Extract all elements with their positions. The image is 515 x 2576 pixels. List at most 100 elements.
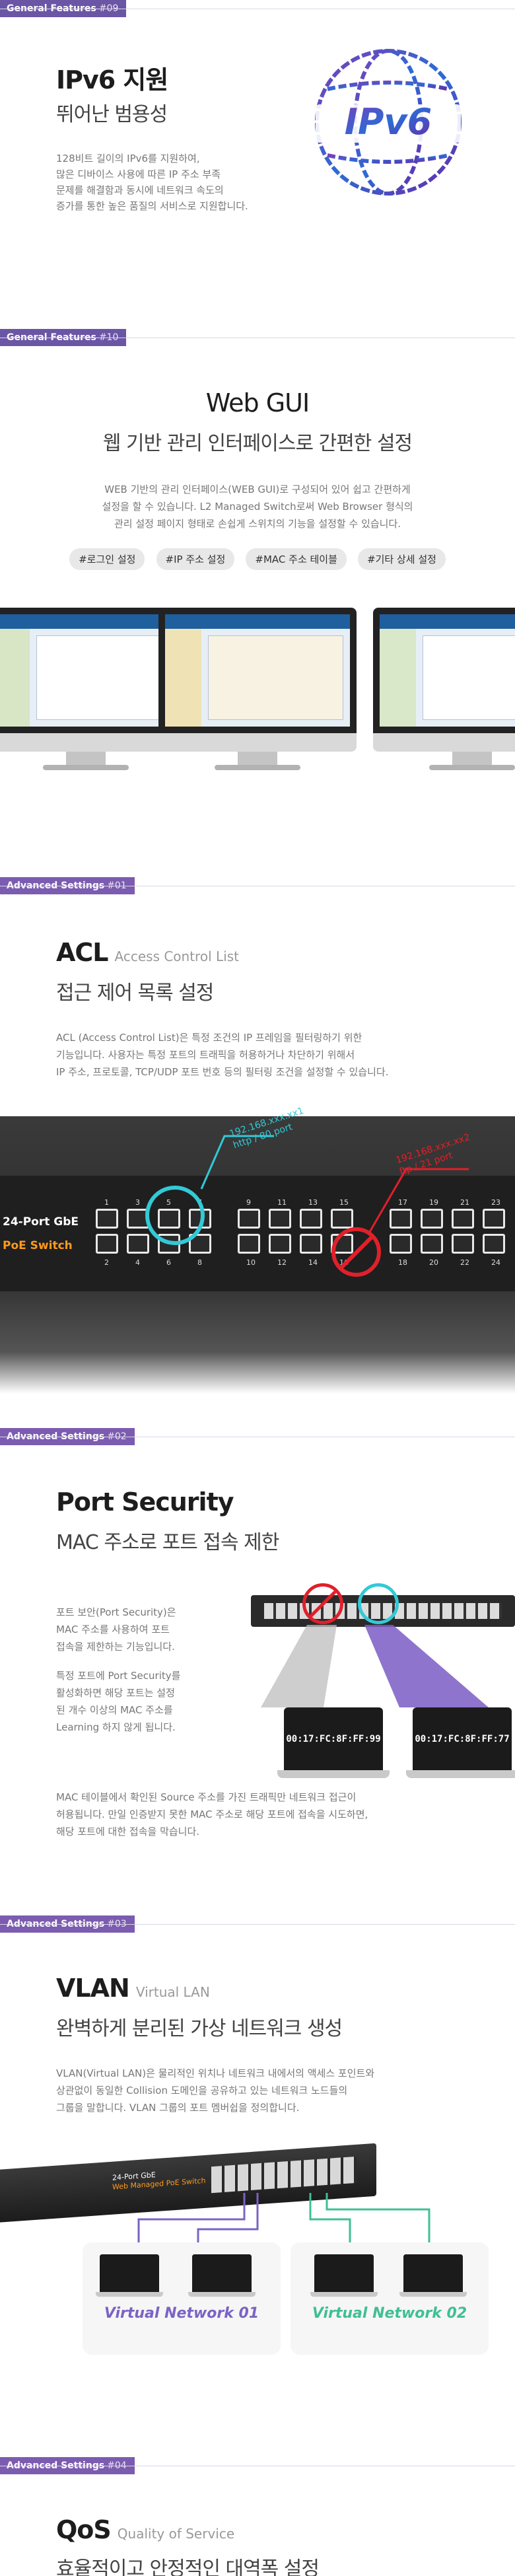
laptop-allowed: 00:17:FC:8F:FF:77: [406, 1707, 515, 1780]
desc-line: ACL (Access Control List)은 특정 조건의 IP 프레임…: [56, 1032, 362, 1044]
desc-line: 증가를 통한 높은 품질의 서비스로 지원합니다.: [56, 200, 248, 212]
desc-line: MAC 주소를 사용하여 포트: [56, 1624, 170, 1635]
acl-title-main: ACL: [56, 938, 109, 967]
desc-line: Learning 하지 않게 됩니다.: [56, 1721, 176, 1733]
vlan-subtitle: 완벽하게 분리된 가상 네트워크 생성: [56, 2017, 343, 2040]
switch-port: [331, 1209, 353, 1229]
tag-pill: #MAC 주소 테이블: [246, 548, 347, 570]
desc-line: 접속을 제한하는 기능입니다.: [56, 1641, 175, 1653]
switch-port: [421, 1234, 443, 1254]
port-number: 2: [104, 1258, 109, 1267]
port-number: 24: [491, 1258, 500, 1267]
deny-pointer-line: [368, 1168, 469, 1233]
vlan-title: VLAN Virtual LAN: [56, 1974, 210, 2003]
laptop: [310, 2254, 378, 2298]
desc-line: 관리 설정 페이지 형태로 손쉽게 스위치의 기능을 설정할 수 있습니다.: [114, 518, 401, 530]
port-security-title: Port Security: [56, 1487, 234, 1517]
desc-line: 문제를 해결함과 동시에 네트워크 속도의: [56, 184, 224, 196]
webgui-description: WEB 기반의 관리 인터페이스(WEB GUI)로 구성되어 있어 쉽고 간편…: [0, 481, 515, 532]
allowed-port-circle: [358, 1583, 399, 1624]
qos-title-small: Quality of Service: [117, 2526, 235, 2542]
port-security-subtitle: MAC 주소로 포트 접속 제한: [56, 1531, 279, 1554]
ipv6-title: IPv6 지원: [56, 65, 168, 94]
port-number: 15: [339, 1198, 349, 1207]
desc-line: 128비트 길이의 IPv6를 지원하여,: [56, 153, 200, 164]
switch-label: 24-Port GbE PoE Switch: [0, 1215, 86, 1252]
switch-port: [96, 1209, 118, 1229]
mac-address: 00:17:FC:8F:FF:99: [286, 1734, 381, 1744]
desc-line: 상관없이 동일한 Collision 도메인을 공유하고 있는 네트워크 노드들…: [56, 2085, 348, 2096]
connection-beams: [261, 1625, 489, 1707]
switch-label-line-2: PoE Switch: [3, 1239, 73, 1252]
port-number: 3: [135, 1198, 140, 1207]
port-security-diagram: 00:17:FC:8F:FF:99 00:17:FC:8F:FF:77: [251, 1582, 515, 1807]
port-number: 13: [308, 1198, 318, 1207]
switch-port: [238, 1209, 260, 1229]
switch-port: [127, 1234, 149, 1254]
vlan-description: VLAN(Virtual LAN)은 물리적인 위치나 네트워크 내에서의 액세…: [56, 2065, 374, 2116]
desc-line: 설정을 할 수 있습니다. L2 Managed Switch로써 Web Br…: [102, 501, 413, 513]
desc-line: 허용됩니다. 만일 인증받지 못한 MAC 주소로 해당 포트에 접속을 시도하…: [56, 1808, 368, 1820]
desc-line: 포트 보안(Port Security)은: [56, 1606, 176, 1618]
blocked-port-circle: [302, 1583, 343, 1624]
desc-line: 그룹을 말합니다. VLAN 그룹의 포트 멤버쉽을 정의합니다.: [56, 2102, 300, 2114]
port-number: 1: [104, 1198, 109, 1207]
acl-subtitle: 접근 제어 목록 설정: [56, 982, 214, 1005]
switch-port: [452, 1234, 474, 1254]
monitor-port-table: [158, 608, 357, 773]
desc-line: 활성화하면 해당 포트는 설정: [56, 1687, 175, 1699]
vlan-title-main: VLAN: [56, 1974, 130, 2003]
desc-line: 된 개수 이상의 MAC 주소를: [56, 1704, 173, 1716]
virtual-network-2-box: Virtual Network 02: [291, 2242, 489, 2355]
port-number: 8: [197, 1258, 202, 1267]
tag-pill: #로그인 설정: [69, 548, 145, 570]
mac-address: 00:17:FC:8F:FF:77: [415, 1734, 510, 1744]
qos-title: QoS Quality of Service: [56, 2515, 234, 2544]
port-number: 6: [166, 1258, 171, 1267]
switch-label-line-1: 24-Port GbE: [3, 1215, 79, 1229]
port-number: 9: [246, 1198, 251, 1207]
port-number: 18: [398, 1258, 407, 1267]
acl-title-small: Access Control List: [114, 948, 239, 964]
ipv6-description: 128비트 길이의 IPv6를 지원하여, 많은 디바이스 사용에 따른 IP …: [56, 151, 248, 214]
switch-port: [238, 1234, 260, 1254]
tag-pill: #IP 주소 설정: [156, 548, 235, 570]
desc-line: 해당 포트에 대한 접속을 막습니다.: [56, 1826, 200, 1838]
port-number: 4: [135, 1258, 140, 1267]
switch-port: [269, 1209, 291, 1229]
port-security-bottom-text: MAC 테이블에서 확인된 Source 주소를 가진 트래픽만 네트워크 접근…: [56, 1789, 368, 1840]
acl-switch-photo: 24-Port GbE PoE Switch 1 2 3 4 5 6 7 8 9 10 11 12 13…: [0, 1106, 515, 1394]
switch-port: [390, 1234, 412, 1254]
ipv6-globe-logo: IPv6: [315, 49, 462, 196]
acl-description: ACL (Access Control List)은 특정 조건의 IP 프레임…: [56, 1029, 388, 1081]
ipv6-logo-text: IPv6: [345, 101, 432, 143]
port-number: 10: [246, 1258, 256, 1267]
desc-line: IP 주소, 프로토콜, TCP/UDP 포트 번호 등의 필터링 조건을 설정…: [56, 1066, 389, 1078]
port-number: 11: [277, 1198, 287, 1207]
port-number: 23: [491, 1198, 500, 1207]
tag-pill: #기타 상세 설정: [358, 548, 446, 570]
switch-port: [269, 1234, 291, 1254]
acl-title: ACL Access Control List: [56, 938, 239, 967]
port-number: 22: [460, 1258, 469, 1267]
switch-port: [300, 1209, 322, 1229]
qos-title-main: QoS: [56, 2515, 112, 2544]
desc-line: WEB 기반의 관리 인터페이스(WEB GUI)로 구성되어 있어 쉽고 간편…: [104, 483, 411, 495]
port-number: 12: [277, 1258, 287, 1267]
port-number: 14: [308, 1258, 318, 1267]
allow-highlight-circle: [145, 1186, 205, 1245]
divider: [0, 1924, 515, 1925]
laptop: [399, 2254, 467, 2298]
desc-line: 특정 포트에 Port Security를: [56, 1670, 181, 1682]
webgui-tag-list: #로그인 설정 #IP 주소 설정 #MAC 주소 테이블 #기타 상세 설정: [0, 548, 515, 570]
laptop: [96, 2254, 163, 2298]
port-number: 20: [429, 1258, 438, 1267]
desc-line: VLAN(Virtual LAN)은 물리적인 위치나 네트워크 내에서의 액세…: [56, 2067, 375, 2079]
desc-line: 많은 디바이스 사용에 따른 IP 주소 부족: [56, 168, 221, 180]
port-security-left-text: 포트 보안(Port Security)은 MAC 주소를 사용하여 포트 접속…: [56, 1604, 180, 1736]
laptop: [188, 2254, 256, 2298]
virtual-network-1-label: Virtual Network 01: [104, 2305, 259, 2322]
monitor-login: [0, 608, 185, 773]
desc-line: MAC 테이블에서 확인된 Source 주소를 가진 트래픽만 네트워크 접근…: [56, 1791, 357, 1803]
virtual-network-2-label: Virtual Network 02: [312, 2305, 467, 2322]
